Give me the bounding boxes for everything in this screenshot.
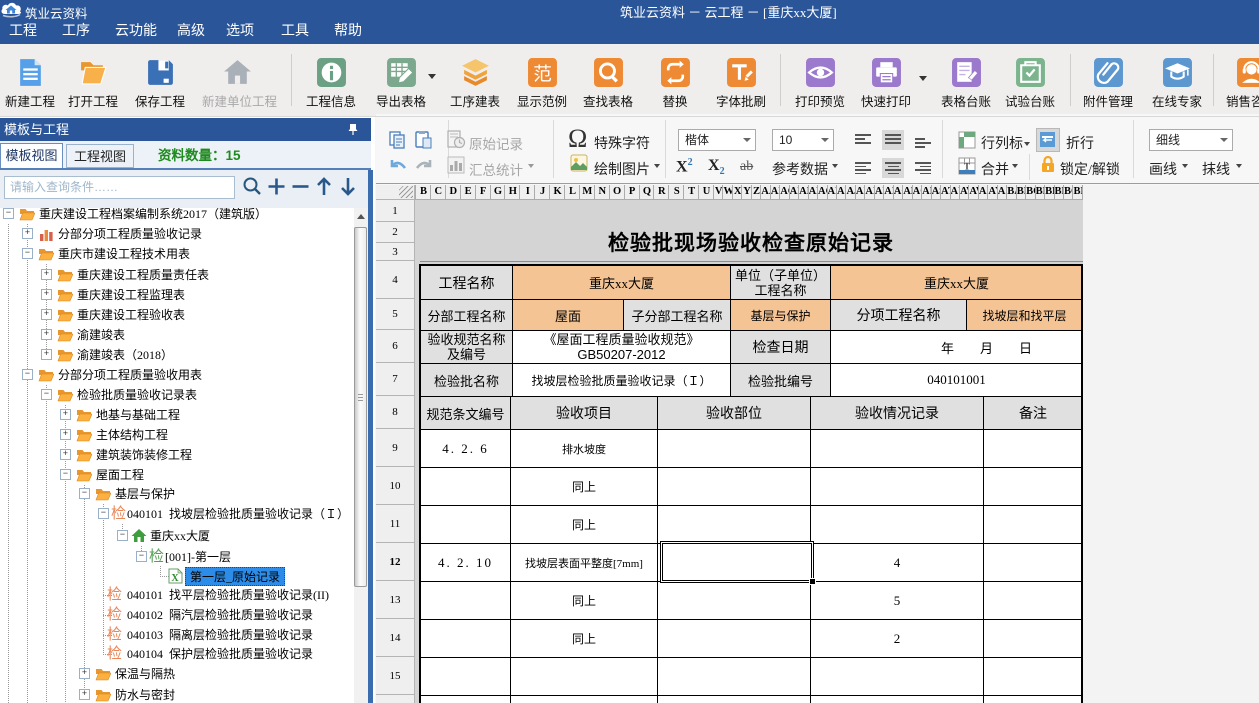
svg-text:范: 范	[533, 63, 552, 84]
svg-text:T: T	[964, 162, 970, 172]
